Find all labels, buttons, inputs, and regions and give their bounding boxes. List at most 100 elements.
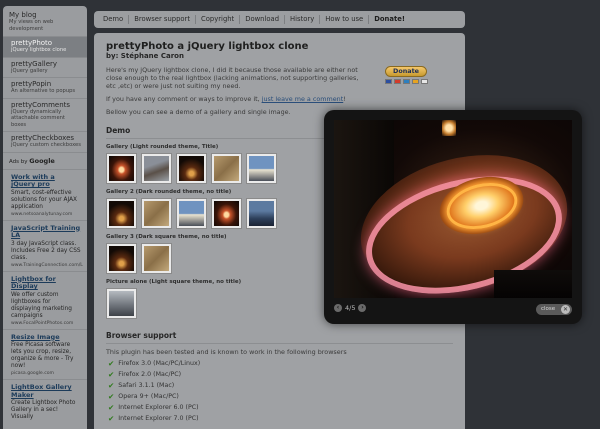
thumbnail-image <box>144 201 169 226</box>
ad-block[interactable]: JavaScript Training LA 3 day JavaScript … <box>3 219 87 271</box>
comment-text: If you have any comment or ways to impro… <box>106 95 453 103</box>
ad-title[interactable]: Resize Image <box>11 333 81 342</box>
previous-icon[interactable]: ‹ <box>334 304 342 312</box>
browser-name: Internet Explorer 7.0 (PC) <box>118 415 199 422</box>
close-button[interactable]: close ✕ <box>536 304 572 315</box>
lightbox-nav: ‹ 4/5 › <box>334 304 367 312</box>
browser-name: Opera 9+ (Mac/PC) <box>118 393 179 400</box>
thumbnail-image <box>249 156 274 181</box>
check-icon: ✔ <box>108 392 115 401</box>
sidebar-item-prettyphoto[interactable]: prettyPhoto jQuery lightbox clone <box>3 36 87 57</box>
thumbnail-image <box>109 246 134 271</box>
browser-name: Safari 3.1.1 (Mac) <box>118 382 175 389</box>
thumbnail[interactable] <box>141 153 172 184</box>
next-icon[interactable]: › <box>358 304 367 312</box>
sidebar-item-prettygallery[interactable]: prettyGallery jQuery gallery <box>3 56 87 78</box>
page-title: prettyPhoto a jQuery lightbox clone <box>106 41 309 52</box>
ad-block[interactable]: Lightbox for Display We offer custom lig… <box>3 270 87 329</box>
lightbox-image[interactable] <box>334 120 572 298</box>
thumbnail[interactable] <box>106 288 137 319</box>
browser-intro: This plugin has been tested and is known… <box>106 348 347 356</box>
check-icon: ✔ <box>108 414 115 423</box>
browser-item: ✔ Firefox 3.0 (Mac/PC/Linux) <box>108 359 453 368</box>
ad-url[interactable]: www.netsoanalytunay.com <box>11 212 81 217</box>
sidebar-item-label: prettyCheckboxes <box>11 134 75 142</box>
card-logos <box>385 79 433 84</box>
nav-donate[interactable]: Donate! <box>369 15 410 24</box>
thumbnail-image <box>109 291 134 316</box>
thumbnail[interactable] <box>141 198 172 229</box>
nav-download[interactable]: Download <box>240 15 286 24</box>
sidebar-item-prettypopin[interactable]: prettyPopin An alternative to popups <box>3 77 87 98</box>
thumbnail[interactable] <box>176 198 207 229</box>
thumbnail[interactable] <box>211 153 242 184</box>
blog-header[interactable]: My blog My views on web development <box>3 6 87 36</box>
ad-title[interactable]: Lightbox for Display <box>11 275 81 291</box>
sidebar: My blog My views on web development pret… <box>3 6 87 429</box>
nav-history[interactable]: History <box>285 15 321 24</box>
ad-title[interactable]: Work with a jQuery pro <box>11 173 81 189</box>
browser-item: ✔ Safari 3.1.1 (Mac) <box>108 381 453 390</box>
close-label: close <box>541 306 556 312</box>
nav-browser-support[interactable]: Browser support <box>129 15 197 24</box>
ad-block[interactable]: LightBox Gallery Maker Create Lightbox P… <box>3 379 87 424</box>
sidebar-item-sub: jQuery dynamically attachable comment bo… <box>11 108 65 128</box>
thumbnail[interactable] <box>141 243 172 274</box>
thumbnail[interactable] <box>246 153 277 184</box>
blog-title: My blog <box>9 11 37 19</box>
nav-how-to-use[interactable]: How to use <box>320 15 370 24</box>
nav-demo[interactable]: Demo <box>98 15 130 24</box>
leave-comment-link[interactable]: just leave me a comment <box>262 95 344 103</box>
card-icon <box>412 79 419 84</box>
thumbnail-image <box>144 246 169 271</box>
browser-item: ✔ Opera 9+ (Mac/PC) <box>108 392 453 401</box>
ads-by-google[interactable]: Ads by Google <box>3 151 87 169</box>
ad-url[interactable]: www.FocalPointPhotos.com <box>11 321 81 326</box>
sidebar-item-label: prettyComments <box>11 100 71 109</box>
thumbnail-image <box>214 201 239 226</box>
lightbox: ‹ 4/5 › close ✕ <box>324 110 582 324</box>
ad-desc: We offer custom lightboxes for displayin… <box>11 291 72 319</box>
card-icon <box>421 79 428 84</box>
thumbnail[interactable] <box>211 198 242 229</box>
ad-block[interactable]: Work with a jQuery pro Smart, cost-effec… <box>3 168 87 220</box>
browser-name: Internet Explorer 6.0 (PC) <box>118 404 199 411</box>
ad-url[interactable]: www.TrainingConnection.com/L <box>11 263 83 268</box>
sidebar-item-sub: An alternative to popups <box>11 88 76 94</box>
nav-copyright[interactable]: Copyright <box>196 15 241 24</box>
comment-pre: If you have any comment or ways to impro… <box>106 95 262 103</box>
ad-desc: Smart, cost-effective solutions for your… <box>11 189 78 210</box>
google-logo: Google <box>29 156 55 165</box>
photo-crowd <box>494 270 572 298</box>
thumbnail[interactable] <box>106 198 137 229</box>
photo-lamp <box>442 120 456 136</box>
ad-title[interactable]: LightBox Gallery Maker <box>11 383 81 399</box>
browser-name: Firefox 3.0 (Mac/PC/Linux) <box>118 360 201 367</box>
card-icon <box>394 79 401 84</box>
ad-block[interactable]: Resize Image Free Picasa software lets y… <box>3 328 87 380</box>
thumbnail-image <box>214 156 239 181</box>
check-icon: ✔ <box>108 370 115 379</box>
thumbnail[interactable] <box>246 198 277 229</box>
sidebar-item-label: prettyGallery <box>11 59 58 68</box>
top-nav: Demo Browser support Copyright Download … <box>94 11 465 28</box>
sidebar-item-prettycheckboxes[interactable]: prettyCheckboxes jQuery custom checkboxe… <box>3 131 87 152</box>
ad-url[interactable]: picasa.google.com <box>11 371 81 376</box>
ad-title[interactable]: JavaScript Training LA <box>11 224 81 240</box>
sidebar-item-label: prettyPhoto <box>11 39 53 47</box>
donate-button[interactable]: Donate <box>385 66 427 77</box>
intro-text: Here's my jQuery lightbox clone, I did i… <box>106 66 359 90</box>
comment-post: ! <box>343 95 346 103</box>
thumbnail[interactable] <box>106 243 137 274</box>
card-icon <box>403 79 410 84</box>
sidebar-item-sub: jQuery lightbox clone <box>11 47 67 53</box>
browser-item: ✔ Internet Explorer 6.0 (PC) <box>108 403 453 412</box>
page-byline: by: Stéphane Caron <box>106 52 184 60</box>
ads-by-label: Ads by <box>9 158 28 165</box>
thumbnail[interactable] <box>176 153 207 184</box>
thumbnail[interactable] <box>106 153 137 184</box>
sidebar-item-prettycomments[interactable]: prettyComments jQuery dynamically attach… <box>3 97 87 132</box>
donate-widget: Donate <box>383 66 433 90</box>
image-counter: 4/5 <box>345 304 356 312</box>
thumbnail-image <box>249 201 274 226</box>
